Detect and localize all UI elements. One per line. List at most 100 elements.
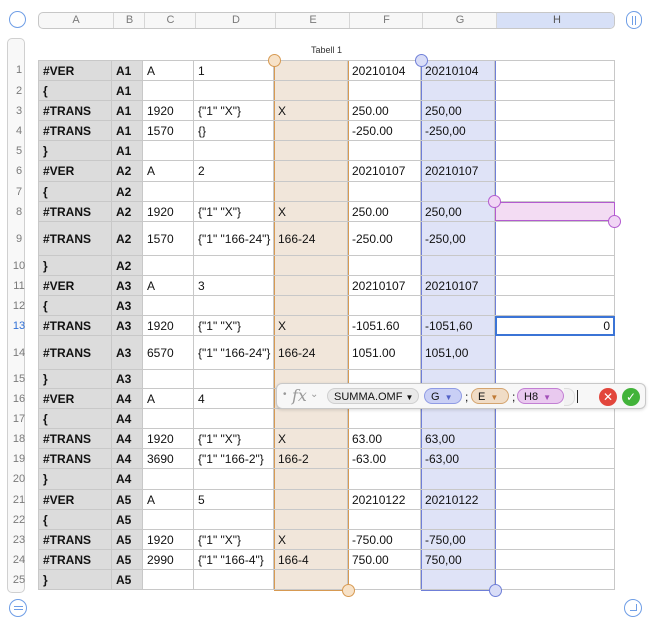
cell-F6[interactable]: 20210107 bbox=[348, 161, 421, 182]
cell-G7[interactable] bbox=[421, 182, 495, 202]
cell-B22[interactable]: A5 bbox=[112, 510, 143, 530]
cell-C13[interactable]: 1920 bbox=[143, 316, 194, 336]
column-header-C[interactable]: C bbox=[144, 13, 196, 28]
cell-A19[interactable]: #TRANS bbox=[38, 449, 112, 469]
cell-A23[interactable]: #TRANS bbox=[38, 530, 112, 550]
cell-F1[interactable]: 20210104 bbox=[348, 60, 421, 81]
cell-C16[interactable]: A bbox=[143, 389, 194, 409]
cell-F24[interactable]: 750.00 bbox=[348, 550, 421, 570]
cell-D21[interactable]: 5 bbox=[194, 490, 274, 510]
column-E-range-handle-top[interactable] bbox=[268, 54, 281, 67]
cell-F22[interactable] bbox=[348, 510, 421, 530]
row-header-7[interactable]: 7 bbox=[8, 182, 30, 202]
cell-A4[interactable]: #TRANS bbox=[38, 121, 112, 141]
cell-F25[interactable] bbox=[348, 570, 421, 590]
column-header-H[interactable]: H bbox=[496, 13, 614, 28]
column-G-range-handle-bottom[interactable] bbox=[489, 584, 502, 597]
cell-G23[interactable]: -750,00 bbox=[421, 530, 495, 550]
cell-H25[interactable] bbox=[495, 570, 615, 590]
cell-B17[interactable]: A4 bbox=[112, 409, 143, 429]
cell-C9[interactable]: 1570 bbox=[143, 222, 194, 256]
cell-E18[interactable]: X bbox=[274, 429, 348, 449]
cell-C2[interactable] bbox=[143, 81, 194, 101]
cell-F12[interactable] bbox=[348, 296, 421, 316]
cell-H19[interactable] bbox=[495, 449, 615, 469]
row-header-13[interactable]: 13 bbox=[8, 316, 30, 336]
row-header-5[interactable]: 5 bbox=[8, 141, 30, 161]
cell-H22[interactable] bbox=[495, 510, 615, 530]
drag-dot-icon[interactable]: • bbox=[283, 389, 287, 400]
cell-E5[interactable] bbox=[274, 141, 348, 161]
cell-C5[interactable] bbox=[143, 141, 194, 161]
cell-E17[interactable] bbox=[274, 409, 348, 429]
column-header-B[interactable]: B bbox=[113, 13, 145, 28]
cell-D9[interactable]: {"1" "166-24"} bbox=[194, 222, 274, 256]
cell-E25[interactable] bbox=[274, 570, 348, 590]
cell-E20[interactable] bbox=[274, 469, 348, 490]
cell-D18[interactable]: {"1" "X"} bbox=[194, 429, 274, 449]
cell-B4[interactable]: A1 bbox=[112, 121, 143, 141]
cell-A6[interactable]: #VER bbox=[38, 161, 112, 182]
fx-icon[interactable]: fx bbox=[292, 386, 307, 405]
cell-H5[interactable] bbox=[495, 141, 615, 161]
cell-G11[interactable]: 20210107 bbox=[421, 276, 495, 296]
cell-F23[interactable]: -750.00 bbox=[348, 530, 421, 550]
row-header-16[interactable]: 16 bbox=[8, 389, 30, 409]
cell-B11[interactable]: A3 bbox=[112, 276, 143, 296]
cell-F20[interactable] bbox=[348, 469, 421, 490]
cell-A9[interactable]: #TRANS bbox=[38, 222, 112, 256]
cell-B15[interactable]: A3 bbox=[112, 370, 143, 389]
cell-F17[interactable] bbox=[348, 409, 421, 429]
cell-B8[interactable]: A2 bbox=[112, 202, 143, 222]
row-header-10[interactable]: 10 bbox=[8, 256, 30, 276]
cell-B10[interactable]: A2 bbox=[112, 256, 143, 276]
cell-D1[interactable]: 1 bbox=[194, 60, 274, 81]
cell-C6[interactable]: A bbox=[143, 161, 194, 182]
cell-C1[interactable]: A bbox=[143, 60, 194, 81]
cell-F10[interactable] bbox=[348, 256, 421, 276]
cell-B1[interactable]: A1 bbox=[112, 60, 143, 81]
cell-E12[interactable] bbox=[274, 296, 348, 316]
row-header-18[interactable]: 18 bbox=[8, 429, 30, 449]
cell-D15[interactable] bbox=[194, 370, 274, 389]
cell-G12[interactable] bbox=[421, 296, 495, 316]
cell-F8[interactable]: 250.00 bbox=[348, 202, 421, 222]
cell-H8-handle-top[interactable] bbox=[488, 195, 501, 208]
cell-H3[interactable] bbox=[495, 101, 615, 121]
cell-A22[interactable]: { bbox=[38, 510, 112, 530]
cell-D19[interactable]: {"1" "166-2"} bbox=[194, 449, 274, 469]
cell-B18[interactable]: A4 bbox=[112, 429, 143, 449]
cell-B19[interactable]: A4 bbox=[112, 449, 143, 469]
cell-A15[interactable]: } bbox=[38, 370, 112, 389]
cell-D25[interactable] bbox=[194, 570, 274, 590]
column-header-E[interactable]: E bbox=[275, 13, 350, 28]
cell-G25[interactable] bbox=[421, 570, 495, 590]
cell-C22[interactable] bbox=[143, 510, 194, 530]
cell-B5[interactable]: A1 bbox=[112, 141, 143, 161]
cell-F19[interactable]: -63.00 bbox=[348, 449, 421, 469]
cell-H7[interactable] bbox=[495, 182, 615, 202]
cell-B21[interactable]: A5 bbox=[112, 490, 143, 510]
row-header-11[interactable]: 11 bbox=[8, 276, 30, 296]
cell-A16[interactable]: #VER bbox=[38, 389, 112, 409]
cell-A20[interactable]: } bbox=[38, 469, 112, 490]
cell-G20[interactable] bbox=[421, 469, 495, 490]
argument-token-E[interactable]: E ▼ bbox=[471, 388, 509, 404]
cell-C12[interactable] bbox=[143, 296, 194, 316]
row-header-4[interactable]: 4 bbox=[8, 121, 30, 141]
select-table-icon[interactable] bbox=[9, 11, 26, 28]
cell-H18[interactable] bbox=[495, 429, 615, 449]
cell-C21[interactable]: A bbox=[143, 490, 194, 510]
argument-token-G[interactable]: G ▼ bbox=[424, 388, 462, 404]
cell-H12[interactable] bbox=[495, 296, 615, 316]
cell-G4[interactable]: -250,00 bbox=[421, 121, 495, 141]
cell-F14[interactable]: 1051.00 bbox=[348, 336, 421, 370]
cell-C15[interactable] bbox=[143, 370, 194, 389]
cell-D4[interactable]: {} bbox=[194, 121, 274, 141]
cell-B7[interactable]: A2 bbox=[112, 182, 143, 202]
cell-D23[interactable]: {"1" "X"} bbox=[194, 530, 274, 550]
cell-G13[interactable]: -1051,60 bbox=[421, 316, 495, 336]
row-header-17[interactable]: 17 bbox=[8, 409, 30, 429]
cell-C14[interactable]: 6570 bbox=[143, 336, 194, 370]
column-G-range-handle-top[interactable] bbox=[415, 54, 428, 67]
